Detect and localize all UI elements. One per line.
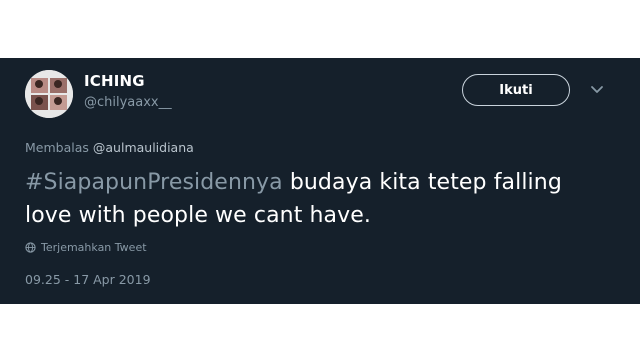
reply-prefix: Membalas [25, 140, 89, 155]
globe-icon [25, 242, 36, 253]
translate-tweet-link[interactable]: Terjemahkan Tweet [25, 241, 147, 254]
tweet-timestamp[interactable]: 09.25 - 17 Apr 2019 [25, 272, 151, 287]
tweet-text: #SiapapunPresidennya budaya kita tetep f… [25, 166, 615, 232]
tweet-card: ICHING @chilyaaxx__ Ikuti Membalas @aulm… [0, 58, 640, 304]
reply-context: Membalas @aulmaulidiana [25, 140, 194, 155]
follow-button[interactable]: Ikuti [462, 74, 570, 106]
follow-button-label: Ikuti [499, 82, 533, 98]
reply-mention-link[interactable]: @aulmaulidiana [93, 140, 194, 155]
hashtag-link[interactable]: #SiapapunPresidennya [25, 170, 283, 195]
display-name[interactable]: ICHING [84, 72, 145, 90]
chevron-down-icon[interactable] [589, 84, 605, 96]
translate-label: Terjemahkan Tweet [41, 241, 147, 254]
avatar[interactable] [25, 70, 73, 118]
user-handle[interactable]: @chilyaaxx__ [84, 95, 172, 110]
